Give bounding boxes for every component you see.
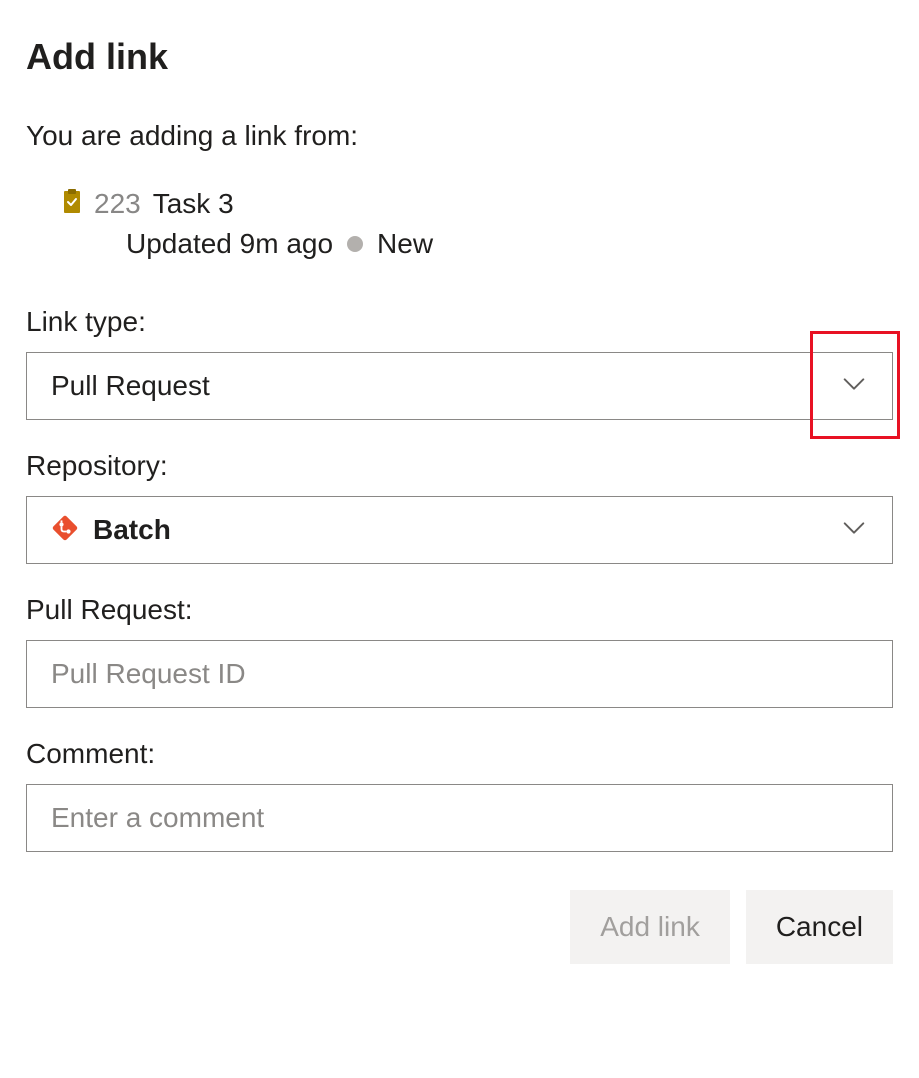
dialog-subtitle: You are adding a link from:: [26, 120, 893, 152]
clipboard-icon: [62, 188, 82, 220]
repository-dropdown[interactable]: Batch: [26, 496, 893, 564]
work-item-title: Task 3: [153, 188, 234, 220]
repository-label: Repository:: [26, 450, 893, 482]
comment-label: Comment:: [26, 738, 893, 770]
repository-value: Batch: [93, 514, 840, 546]
pull-request-label: Pull Request:: [26, 594, 893, 626]
dialog-title: Add link: [26, 36, 893, 78]
work-item-id: 223: [94, 188, 141, 220]
link-type-dropdown[interactable]: Pull Request: [26, 352, 893, 420]
link-type-value: Pull Request: [51, 370, 840, 402]
work-item-header: 223 Task 3: [62, 188, 893, 220]
chevron-down-icon: [840, 370, 868, 403]
pull-request-input[interactable]: [26, 640, 893, 708]
work-item-state: New: [377, 228, 433, 260]
work-item-updated: Updated 9m ago: [126, 228, 333, 260]
chevron-down-icon: [840, 514, 868, 547]
state-dot-icon: [347, 236, 363, 252]
comment-input[interactable]: [26, 784, 893, 852]
dialog-button-row: Add link Cancel: [26, 890, 893, 964]
git-repo-icon: [51, 514, 79, 547]
add-link-button[interactable]: Add link: [570, 890, 730, 964]
link-type-label: Link type:: [26, 306, 893, 338]
work-item-summary: 223 Task 3 Updated 9m ago New: [26, 188, 893, 260]
work-item-meta: Updated 9m ago New: [62, 228, 893, 260]
cancel-button[interactable]: Cancel: [746, 890, 893, 964]
